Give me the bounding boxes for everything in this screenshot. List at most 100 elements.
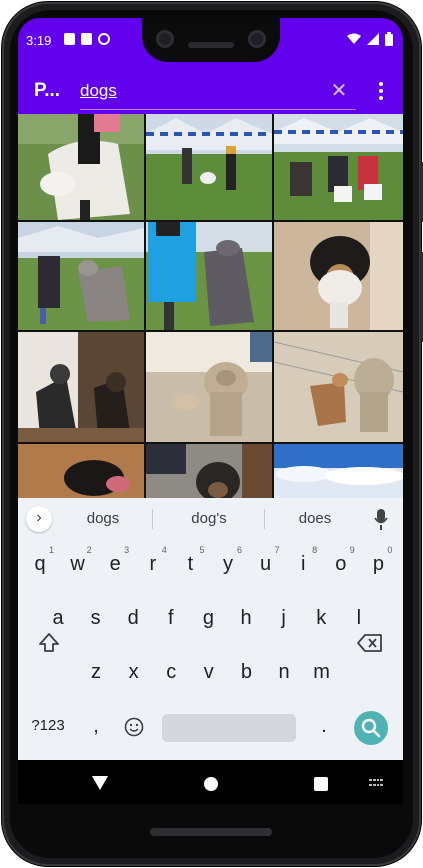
photo-tile[interactable] [18,222,144,330]
key-number-hint: 6 [236,545,242,555]
space-key[interactable] [162,714,296,742]
key[interactable]: e3 [97,544,133,584]
key-number-hint: 2 [86,545,92,555]
photo-tile[interactable] [146,332,272,442]
period-key[interactable]: . [306,706,342,746]
recents-icon[interactable] [314,777,328,791]
home-icon[interactable] [204,777,218,791]
key-label: v [203,661,214,683]
key[interactable]: p0 [360,544,396,584]
key-label: c [166,661,177,683]
key[interactable]: x [116,652,152,692]
key-number-hint: 4 [161,545,167,555]
key[interactable]: r4 [135,544,171,584]
key-label: n [278,661,290,683]
notification-icons [64,33,110,45]
key[interactable]: g [190,598,226,638]
key-label: f [168,607,174,629]
key-label: l [356,607,362,629]
key-label: u [260,553,272,575]
key[interactable]: s [78,598,114,638]
key[interactable]: y6 [210,544,246,584]
key[interactable]: f [153,598,189,638]
bottom-speaker [150,828,272,836]
keyboard-switch-icon[interactable] [369,779,383,788]
photo-tile[interactable] [18,332,144,442]
notification-a-icon [64,33,75,45]
navigation-bar [18,760,403,804]
signal-icon [367,33,379,45]
key-number-hint: 7 [274,545,280,555]
photo-tile[interactable] [274,114,403,220]
key[interactable]: h [228,598,264,638]
chevron-right-icon[interactable]: › [26,506,52,532]
suggestion-item[interactable]: dog's [159,510,259,527]
key-number-hint: 1 [48,545,54,555]
key-label: t [187,553,194,575]
app-title[interactable]: P... [34,80,60,102]
key-label: z [91,661,101,683]
earpiece-speaker [188,42,234,48]
key[interactable]: j [266,598,302,638]
emoji-icon[interactable] [124,717,144,737]
key[interactable]: t5 [172,544,208,584]
key-label: q [34,553,46,575]
key[interactable]: b [228,652,264,692]
photo-tile[interactable] [146,114,272,220]
key-label: h [240,607,252,629]
key-label: g [202,607,214,629]
key-label: x [128,661,139,683]
key-label: p [372,553,384,575]
key-number-hint: 0 [387,545,393,555]
key[interactable]: c [153,652,189,692]
back-icon[interactable] [92,776,108,790]
suggestion-item[interactable]: dogs [53,510,153,527]
system-icons [347,32,393,46]
mic-icon[interactable] [374,509,388,531]
key-label: y [223,553,233,575]
photo-tile[interactable] [146,222,272,330]
key[interactable]: n [266,652,302,692]
key-label: m [313,661,330,683]
suggestion-strip: › dogs dog's does [18,498,403,540]
front-camera-icon [248,30,266,48]
photo-grid [18,114,403,498]
key-label: s [90,607,101,629]
symbols-key[interactable]: ?123 [28,706,68,746]
photo-tile[interactable] [18,444,144,498]
key-number-hint: 9 [349,545,355,555]
key[interactable]: k [303,598,339,638]
key-number-hint: 3 [124,545,130,555]
key[interactable]: u7 [248,544,284,584]
key[interactable]: a [40,598,76,638]
photo-tile[interactable] [274,444,403,498]
key[interactable]: i8 [285,544,321,584]
search-key[interactable] [354,711,388,745]
key[interactable]: q1 [22,544,58,584]
search-input[interactable] [80,74,320,108]
key-label: j [281,607,286,629]
close-icon[interactable]: ✕ [328,80,350,102]
sd-card-icon [81,33,92,45]
key-label: d [127,607,139,629]
photo-tile[interactable] [18,114,144,220]
suggestion-item[interactable]: does [265,510,365,527]
comma-key[interactable]: , [78,706,114,746]
key[interactable]: d [115,598,151,638]
key[interactable]: w2 [60,544,96,584]
camera-notch [142,18,280,62]
key[interactable]: z [78,652,114,692]
key[interactable]: l [341,598,377,638]
key-label: k [316,607,327,629]
key[interactable]: o9 [323,544,359,584]
photo-tile[interactable] [274,332,403,442]
key[interactable]: v [191,652,227,692]
battery-icon [385,32,393,46]
photo-tile[interactable] [146,444,272,498]
key-label: e [109,553,121,575]
app-bar: 3:19 P... ✕ [18,18,403,114]
photo-tile[interactable] [274,222,403,330]
key-label: r [149,553,157,575]
key[interactable]: m [304,652,340,692]
more-vert-icon[interactable] [370,76,392,106]
